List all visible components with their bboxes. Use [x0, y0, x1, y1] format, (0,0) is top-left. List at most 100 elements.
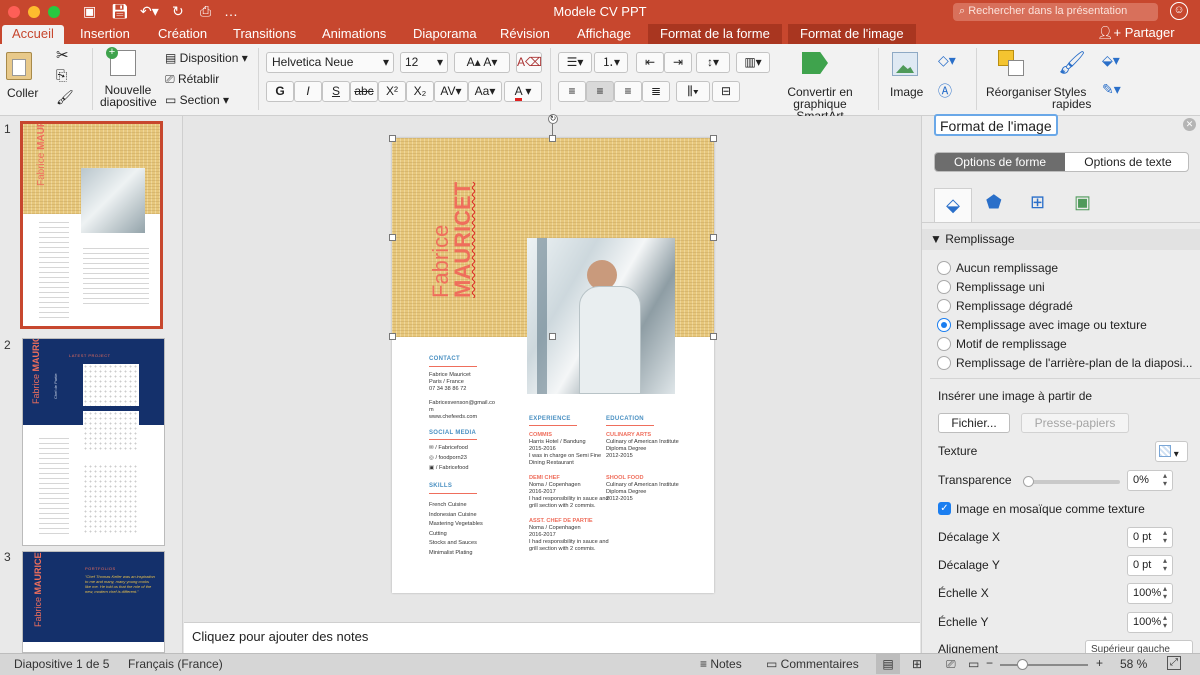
offset-x-input[interactable]: 0 pt — [1127, 527, 1173, 548]
file-button[interactable]: Fichier... — [938, 413, 1010, 433]
tab-accueil[interactable]: Accueil — [2, 25, 64, 44]
normal-view-icon[interactable]: ▤ — [876, 654, 900, 674]
tab-format-forme[interactable]: Format de la forme — [648, 24, 782, 44]
align-left-icon[interactable]: ≡ — [558, 81, 586, 102]
resize-handle-br[interactable] — [710, 333, 717, 340]
language[interactable]: Français (France) — [128, 657, 223, 671]
bullets-icon[interactable]: ☰▾ — [558, 52, 592, 73]
account-icon[interactable]: ☺ — [1170, 2, 1188, 20]
text-direction-icon[interactable]: ⫼▾ — [676, 81, 710, 102]
font-family-select[interactable]: Helvetica Neue ▾ — [266, 52, 394, 73]
font-grow-shrink-icon[interactable]: A▴ A▾ — [454, 52, 510, 73]
shape-fill-icon[interactable]: ⬙▾ — [1102, 52, 1120, 69]
italic-icon[interactable]: I — [294, 81, 322, 102]
resize-handle-b[interactable] — [549, 333, 556, 340]
rotate-handle-icon[interactable]: ↻ — [548, 114, 558, 124]
thumbnail-slide-1[interactable]: Fabrice MAURICET — [20, 121, 163, 329]
slider-thumb[interactable] — [1023, 476, 1034, 487]
image-icon[interactable] — [892, 52, 918, 76]
slide-thumbnails[interactable]: 1 Fabrice MAURICET 2 Fabrice MAURICET Ch… — [0, 116, 183, 653]
tab-format-image[interactable]: Format de l'image — [788, 24, 916, 44]
reading-view-icon[interactable]: ⎚ — [946, 657, 956, 672]
slide-1[interactable]: Fabrice MAURICET ↻ CONTACT Fabrice Mauri… — [389, 114, 717, 593]
font-size-select[interactable]: 12 ▾ — [400, 52, 448, 73]
change-case-icon[interactable]: Aa▾ — [468, 81, 502, 102]
line-spacing-icon[interactable]: ↕▾ — [696, 52, 730, 73]
clear-format-icon[interactable]: A⌫ — [516, 52, 542, 73]
comments-toggle[interactable]: ▭ Commentaires — [766, 657, 859, 671]
scale-x-input[interactable]: 100% — [1127, 583, 1173, 604]
reset-button[interactable]: ⎚ Rétablir — [165, 72, 219, 87]
alignment-select[interactable]: Supérieur gauche — [1085, 640, 1193, 653]
subscript-icon[interactable]: X₂ — [406, 81, 434, 102]
tab-transitions[interactable]: Transitions — [233, 25, 296, 44]
notes-area[interactable]: Cliquez pour ajouter des notes — [184, 622, 920, 653]
strikethrough-icon[interactable]: abc — [350, 81, 378, 102]
align-center-icon[interactable]: ≡ — [586, 81, 614, 102]
paste-icon[interactable] — [6, 52, 32, 80]
close-pane-icon[interactable]: ✕ — [1183, 118, 1196, 131]
resize-handle-bl[interactable] — [389, 333, 396, 340]
text-box-icon[interactable]: Ⓐ — [938, 81, 952, 101]
tile-checkbox[interactable]: ✓ — [938, 502, 951, 515]
name-title[interactable]: Fabrice MAURICET — [428, 182, 475, 298]
size-properties-icon[interactable]: ⊞ — [1030, 192, 1045, 213]
slide-canvas[interactable]: Fabrice MAURICET ↻ CONTACT Fabrice Mauri… — [184, 114, 920, 621]
quick-styles-icon[interactable]: 🖌︎ — [1058, 50, 1086, 76]
clipboard-button[interactable]: Presse-papiers — [1021, 413, 1129, 433]
radio-solid-fill[interactable] — [937, 280, 951, 294]
resize-handle-tr[interactable] — [710, 135, 717, 142]
tab-creation[interactable]: Création — [158, 25, 207, 44]
thumbnail-slide-3[interactable]: Fabrice MAURICET PORTFOLIOS "Chef Thomas… — [22, 551, 165, 653]
radio-background-fill[interactable] — [937, 356, 951, 370]
smartart-icon[interactable] — [802, 52, 828, 74]
cut-icon[interactable]: ✂ — [56, 46, 69, 64]
align-right-icon[interactable]: ≡ — [614, 81, 642, 102]
section-button[interactable]: ▭ Section ▾ — [165, 93, 229, 107]
shape-options-tab[interactable]: Options de forme — [935, 153, 1065, 171]
chef-photo[interactable] — [527, 238, 675, 394]
resize-handle-tl[interactable] — [389, 135, 396, 142]
radio-pattern-fill[interactable] — [937, 337, 951, 351]
offset-y-input[interactable]: 0 pt — [1127, 555, 1173, 576]
superscript-icon[interactable]: X² — [378, 81, 406, 102]
radio-picture-fill[interactable] — [937, 318, 951, 332]
texture-picker[interactable]: ▾ — [1155, 441, 1188, 462]
new-slide-icon[interactable]: + — [106, 47, 136, 76]
effects-icon[interactable]: ⬟ — [986, 192, 1002, 213]
paste-label[interactable]: Coller — [7, 87, 38, 99]
fit-slide-icon[interactable]: ⤢ — [1167, 656, 1181, 670]
zoom-in-icon[interactable]: + — [1096, 656, 1103, 670]
numbering-icon[interactable]: ⒈▾ — [594, 52, 628, 73]
character-spacing-icon[interactable]: AV▾ — [434, 81, 468, 102]
tab-revision[interactable]: Révision — [500, 25, 550, 44]
shape-outline-icon[interactable]: ✎▾ — [1102, 81, 1121, 98]
scale-y-input[interactable]: 100% — [1127, 612, 1173, 633]
transparency-input[interactable]: 0% — [1127, 470, 1173, 491]
align-text-icon[interactable]: ⊟ — [712, 81, 740, 102]
quick-styles-label[interactable]: Styles rapides — [1052, 86, 1091, 110]
fill-section-header[interactable]: ▼ Remplissage — [922, 229, 1200, 250]
layout-button[interactable]: ▤ Disposition ▾ — [165, 51, 248, 65]
share-button[interactable]: 👤︎+ Partager — [1097, 25, 1175, 41]
tab-diaporama[interactable]: Diaporama — [413, 25, 477, 44]
resize-handle-t[interactable] — [549, 135, 556, 142]
notes-toggle[interactable]: ≡ Notes — [700, 657, 742, 671]
shape-icon[interactable]: ◇▾ — [938, 52, 956, 69]
presenter-view-icon[interactable]: ▭ — [968, 657, 979, 671]
radio-no-fill[interactable] — [937, 261, 951, 275]
font-color-icon[interactable]: A ▾ — [504, 81, 542, 102]
arrange-icon[interactable] — [998, 50, 1024, 76]
arrange-label[interactable]: Réorganiser — [986, 86, 1051, 98]
tab-insertion[interactable]: Insertion — [80, 25, 130, 44]
transparency-slider[interactable] — [1023, 476, 1120, 487]
copy-icon[interactable]: ⎘ — [56, 67, 67, 84]
image-label[interactable]: Image — [890, 86, 923, 98]
slide-sorter-icon[interactable]: ⊞ — [912, 657, 922, 671]
fill-line-icon[interactable]: ⬙ — [934, 188, 972, 222]
search-input[interactable]: ⌕ Rechercher dans la présentation — [953, 3, 1158, 21]
justify-icon[interactable]: ≣ — [642, 81, 670, 102]
tab-animations[interactable]: Animations — [322, 25, 386, 44]
decrease-indent-icon[interactable]: ⇤ — [636, 52, 664, 73]
resize-handle-l[interactable] — [389, 234, 396, 241]
